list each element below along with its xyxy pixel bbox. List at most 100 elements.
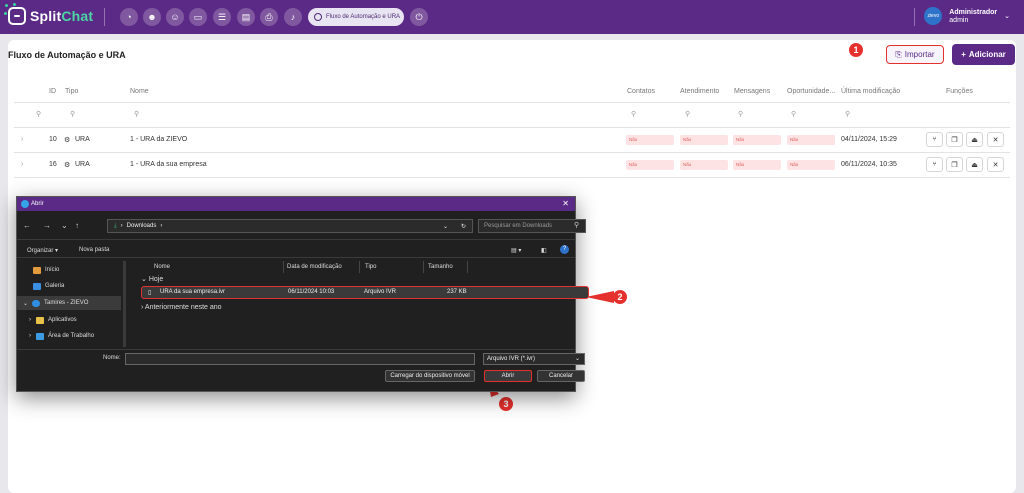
document-icon[interactable]: ▤	[237, 8, 255, 26]
search-icon[interactable]: ⚲	[36, 110, 41, 118]
chevron-down-icon: ⌄	[23, 300, 29, 307]
user-add-icon[interactable]: ☺	[166, 8, 184, 26]
flow-button[interactable]: ⑂	[926, 132, 943, 147]
chevron-down-icon: ⌄	[574, 356, 580, 362]
back-arrow-icon[interactable]: ←	[23, 221, 31, 230]
flow-button[interactable]: ⑂	[926, 157, 943, 172]
sidebar-item-inicio[interactable]: Início	[17, 263, 121, 277]
close-icon[interactable]: ✕	[562, 199, 569, 208]
status-badge: Não	[787, 160, 835, 170]
logo-text: SplitChat	[30, 8, 94, 24]
col-name[interactable]: Nome	[154, 264, 170, 270]
users-icon[interactable]: ☻	[143, 8, 161, 26]
export-button[interactable]: ⏏	[966, 157, 983, 172]
help-icon[interactable]: ?	[560, 245, 569, 254]
new-folder-button[interactable]: Nova pasta	[79, 247, 109, 253]
view-options-icon[interactable]: ▤ ▾	[511, 247, 521, 254]
import-icon: ⎘	[895, 49, 902, 59]
sidebar-item-aplicativos[interactable]: › Aplicativos	[17, 313, 121, 327]
search-input[interactable]: Pesquisar em Downloads	[478, 219, 586, 233]
status-badge: Não	[680, 135, 728, 145]
user-name: Administrador	[949, 8, 998, 16]
sidebar-item-desktop[interactable]: › Área de Trabalho	[17, 329, 121, 343]
filetype-select[interactable]: Arquivo IVR (*.ivr) ⌄	[483, 353, 585, 365]
forward-arrow-icon[interactable]: →	[43, 221, 51, 230]
chevron-right-icon: ›	[29, 317, 31, 323]
table-row[interactable]: › 16 ⚙ URA 1 - URA da sua empresa Não Nã…	[14, 153, 1010, 177]
upload-mobile-button[interactable]: Carregar do dispositivo móvel	[385, 370, 475, 382]
col-contatos[interactable]: Contatos	[627, 88, 655, 95]
file-icon: ▯	[148, 290, 152, 296]
col-atendimento[interactable]: Atendimento	[680, 88, 719, 95]
search-icon[interactable]: ⚲	[791, 110, 796, 118]
printer-icon[interactable]: ⎙	[260, 8, 278, 26]
chevron-down-icon[interactable]: ⌄	[61, 221, 68, 230]
group-earlier[interactable]: › Anteriormente neste ano	[141, 304, 222, 311]
copy-button[interactable]: ❐	[946, 132, 963, 147]
pointer-arrow-icon	[586, 291, 614, 303]
refresh-icon[interactable]: ↻	[461, 223, 466, 230]
col-mensagens[interactable]: Mensagens	[734, 88, 770, 95]
plus-icon: +	[961, 50, 966, 59]
organize-menu[interactable]: Organizar ▾	[27, 247, 58, 254]
import-button[interactable]: ⎘ Importar	[886, 45, 944, 64]
chevron-right-icon[interactable]: ›	[21, 136, 23, 143]
desktop-icon	[36, 332, 44, 340]
chevron-down-icon[interactable]: ⌄	[443, 223, 448, 230]
chevron-right-icon: ›	[141, 304, 144, 311]
up-arrow-icon[interactable]: ↑	[75, 221, 79, 230]
chevron-down-icon: ⌄	[141, 276, 147, 283]
col-oportunidades[interactable]: Oportunidade...	[787, 88, 835, 95]
navigation-pane: Início Galeria ⌄ Tamires - ZIEVO › Aplic…	[17, 259, 121, 349]
copy-button[interactable]: ❐	[946, 157, 963, 172]
delete-button[interactable]: ✕	[987, 132, 1004, 147]
download-icon: ⤓	[114, 222, 117, 229]
logo-icon	[4, 3, 26, 25]
sidebar-item-onedrive[interactable]: ⌄ Tamires - ZIEVO	[17, 296, 121, 310]
status-badge: Não	[787, 135, 835, 145]
list-icon[interactable]: ☰	[213, 8, 231, 26]
filename-input[interactable]	[125, 353, 475, 365]
col-id[interactable]: ID	[49, 88, 56, 95]
address-bar[interactable]: ⤓ › Downloads › ⌄ ↻	[107, 219, 473, 233]
preview-pane-icon[interactable]: ◧	[541, 247, 547, 254]
user-role: admin	[949, 16, 969, 24]
automation-icon	[314, 13, 322, 21]
bell-icon[interactable]: ♪	[284, 8, 302, 26]
power-icon[interactable]: ⏻	[410, 8, 428, 26]
chevron-right-icon[interactable]: ›	[21, 161, 23, 168]
search-icon[interactable]: ⚲	[845, 110, 850, 118]
col-tipo[interactable]: Tipo	[65, 88, 78, 95]
file-item[interactable]: ▯ URA da sua empresa.ivr 06/11/2024 10:0…	[141, 286, 589, 299]
sidebar-item-galeria[interactable]: Galeria	[17, 279, 121, 293]
search-icon[interactable]: ⚲	[685, 110, 690, 118]
robot-icon: ⚙	[64, 162, 71, 169]
add-button[interactable]: + Adicionar	[952, 44, 1015, 65]
col-type[interactable]: Tipo	[365, 264, 376, 270]
page-title: Fluxo de Automação e URA	[8, 50, 126, 60]
group-today[interactable]: ⌄ Hoje	[141, 275, 163, 283]
nav-automation-pill[interactable]: Fluxo de Automação e URA	[308, 8, 404, 26]
logo[interactable]: SplitChat	[4, 3, 94, 25]
user-menu[interactable]: zievo Administrador admin ⌄	[924, 7, 1010, 25]
open-button[interactable]: Abrir	[484, 370, 532, 382]
col-date[interactable]: Data de modificação	[287, 264, 342, 270]
dashboard-icon[interactable]: ◔	[120, 8, 138, 26]
table-row[interactable]: › 10 ⚙ URA 1 - URA da ZIEVO Não Não Não …	[14, 128, 1010, 152]
search-icon[interactable]: ⚲	[738, 110, 743, 118]
search-icon[interactable]: ⚲	[70, 110, 75, 118]
cancel-button[interactable]: Cancelar	[537, 370, 585, 382]
export-button[interactable]: ⏏	[966, 132, 983, 147]
col-nome[interactable]: Nome	[130, 88, 149, 95]
search-icon[interactable]: ⚲	[631, 110, 636, 118]
avatar: zievo	[924, 7, 943, 25]
col-modificacao[interactable]: Última modificação	[841, 88, 900, 95]
cloud-icon	[32, 299, 41, 307]
search-icon[interactable]: ⚲	[134, 110, 139, 118]
file-list: Nome Data de modificação Tipo Tamanho ⌄ …	[137, 259, 589, 349]
scrollbar[interactable]	[123, 261, 126, 347]
delete-button[interactable]: ✕	[987, 157, 1004, 172]
status-badge: Não	[680, 160, 728, 170]
col-size[interactable]: Tamanho	[428, 264, 453, 270]
chat-icon[interactable]: ▭	[189, 8, 207, 26]
